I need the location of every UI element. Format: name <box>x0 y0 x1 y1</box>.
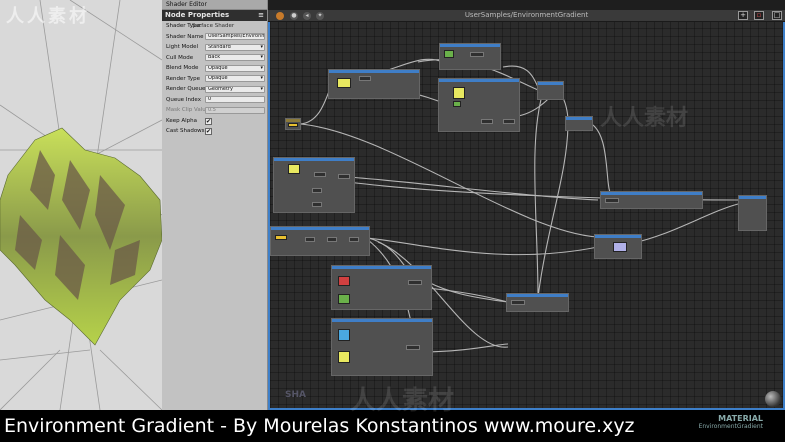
port-node[interactable] <box>481 119 493 124</box>
graph-node[interactable] <box>438 78 520 132</box>
color-swatch <box>338 329 350 341</box>
node-properties-header: Node Properties ≡ <box>162 10 267 21</box>
port-node[interactable] <box>312 188 322 193</box>
material-label: MATERIAL EnvironmentGradient <box>699 414 763 430</box>
port-node[interactable] <box>408 280 422 285</box>
master-node[interactable] <box>738 195 767 231</box>
port-node[interactable] <box>314 172 326 177</box>
graph-node[interactable] <box>331 318 433 376</box>
graph-node[interactable] <box>565 116 593 131</box>
color-swatch <box>338 294 350 304</box>
cast-shadows-checkbox[interactable]: ✔ <box>205 128 212 135</box>
shader-type-value: Surface Shader <box>192 23 235 29</box>
graph-node[interactable] <box>439 43 501 70</box>
shader-label: SHA <box>285 390 306 400</box>
port-node[interactable] <box>338 174 350 179</box>
color-swatch <box>288 164 300 174</box>
keep-alpha-label: Keep Alpha <box>166 117 197 124</box>
port-node[interactable] <box>503 119 515 124</box>
app-root: 人人素材 Shader Editor Node Properties ≡ Sha… <box>0 0 785 442</box>
node-properties-title: Node Properties <box>165 11 230 19</box>
shader-type-row: Shader Type: Surface Shader <box>162 21 267 32</box>
node-properties-panel: Shader Editor Node Properties ≡ Shader T… <box>162 0 268 410</box>
light-model-row: Light Model Standard <box>162 42 267 53</box>
render-type-row: Render Type Opaque <box>162 74 267 85</box>
mask-clip-label: Mask Clip Value <box>166 107 210 113</box>
mask-clip-row: Mask Clip Value 0.5 <box>162 105 267 116</box>
color-swatch <box>338 276 350 286</box>
cast-shadows-label: Cast Shadows <box>166 128 205 134</box>
mask-clip-field: 0.5 <box>205 106 265 114</box>
render-queue-row: Render Queue Geometry <box>162 84 267 95</box>
color-swatch <box>275 235 287 240</box>
render-type-select[interactable]: Opaque <box>205 75 265 82</box>
minimize-icon[interactable]: ▫ <box>754 11 764 20</box>
color-swatch <box>444 50 454 58</box>
property-rows: Shader Name UserSamples/Environm Light M… <box>162 32 267 137</box>
queue-index-row: Queue Index 0 <box>162 95 267 106</box>
maximize-icon[interactable]: + <box>738 11 748 20</box>
blend-mode-label: Blend Mode <box>166 65 199 71</box>
graph-node[interactable] <box>594 234 642 259</box>
shader-name-label: Shader Name <box>166 33 204 40</box>
color-swatch <box>288 123 298 127</box>
render-queue-select[interactable]: Geometry <box>205 85 265 93</box>
cull-mode-row: Cull Mode Back <box>162 53 267 64</box>
color-swatch <box>453 101 461 107</box>
graph-node[interactable] <box>506 293 569 312</box>
cull-mode-select[interactable]: Back <box>205 54 265 61</box>
port-node[interactable] <box>305 237 315 242</box>
cast-shadows-row: Cast Shadows ✔ <box>162 126 267 137</box>
port-node[interactable] <box>359 76 371 81</box>
color-swatch <box>613 242 627 252</box>
graph-node[interactable] <box>328 69 420 99</box>
port-node[interactable] <box>511 300 525 305</box>
video-caption: Environment Gradient - By Mourelas Konst… <box>0 410 785 442</box>
graph-node[interactable] <box>270 226 370 256</box>
cull-mode-label: Cull Mode <box>166 54 194 61</box>
port-node[interactable] <box>470 52 484 57</box>
menu-icon[interactable]: ≡ <box>258 10 264 21</box>
graph-node[interactable] <box>537 81 564 100</box>
graph-node[interactable] <box>273 157 355 213</box>
color-swatch <box>337 78 351 88</box>
material-title: MATERIAL <box>718 414 763 423</box>
graph-title: UserSamples/EnvironmentGradient <box>464 11 589 19</box>
scene-viewport[interactable]: 人人素材 <box>0 0 162 410</box>
blend-mode-select[interactable]: Opaque <box>205 64 265 72</box>
queue-index-field[interactable]: 0 <box>205 96 265 103</box>
port-node[interactable] <box>349 237 359 242</box>
light-model-select[interactable]: Standard <box>205 43 265 51</box>
graph-node[interactable] <box>600 191 703 209</box>
render-queue-label: Render Queue <box>166 86 206 92</box>
port-node[interactable] <box>605 198 619 203</box>
shader-name-row: Shader Name UserSamples/Environm <box>162 32 267 43</box>
graph-node[interactable] <box>331 265 432 310</box>
graph-toolbar: ● ◂ ✦ UserSamples/EnvironmentGradient + … <box>268 10 785 22</box>
material-preview-sphere[interactable] <box>765 391 781 407</box>
light-model-label: Light Model <box>166 44 198 50</box>
shader-name-field[interactable]: UserSamples/Environm <box>205 33 265 40</box>
window-icon[interactable]: □ <box>772 11 782 20</box>
keep-alpha-checkbox[interactable]: ✔ <box>205 117 212 125</box>
render-type-label: Render Type <box>166 75 200 82</box>
queue-index-label: Queue Index <box>166 96 201 103</box>
graph-node[interactable] <box>285 118 301 130</box>
port-node[interactable] <box>406 345 420 350</box>
terrain-preview <box>0 0 162 410</box>
blend-mode-row: Blend Mode Opaque <box>162 63 267 74</box>
color-swatch <box>453 87 465 99</box>
port-node[interactable] <box>327 237 337 242</box>
color-swatch <box>338 351 350 363</box>
port-node[interactable] <box>312 202 322 207</box>
material-subtitle: EnvironmentGradient <box>698 423 763 430</box>
shader-editor-tab[interactable]: Shader Editor <box>162 0 267 10</box>
watermark-left: 人人素材 <box>6 6 90 27</box>
keep-alpha-row: Keep Alpha ✔ <box>162 116 267 127</box>
